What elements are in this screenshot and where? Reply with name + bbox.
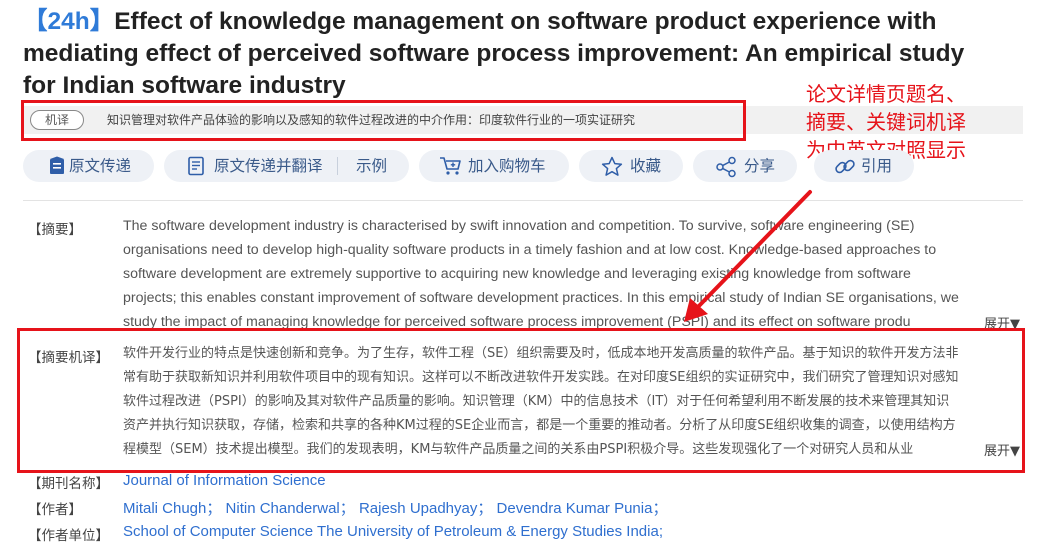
arrow-shaft (693, 190, 812, 312)
annotation-arrow (684, 190, 812, 322)
